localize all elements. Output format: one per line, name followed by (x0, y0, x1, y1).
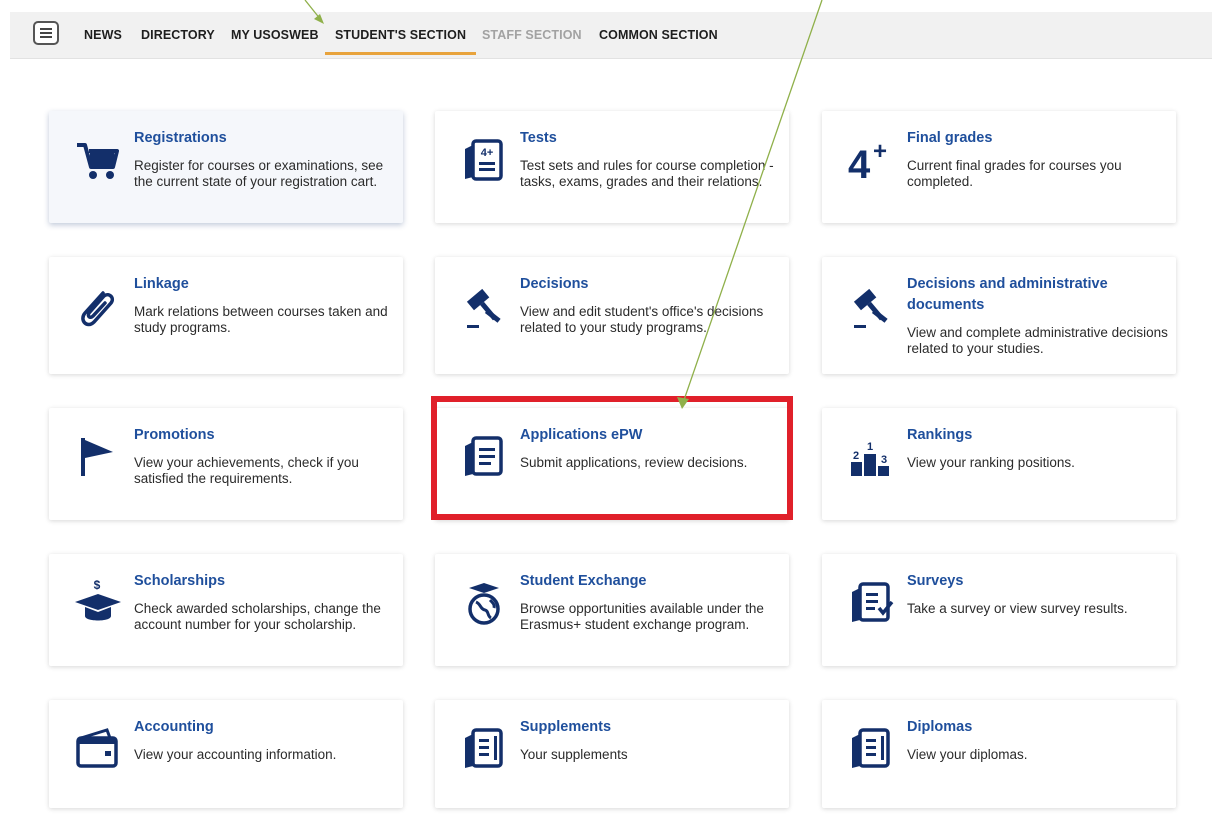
flag-icon (73, 432, 123, 482)
nav-directory[interactable]: DIRECTORY (141, 12, 215, 58)
survey-checklist-icon (846, 578, 896, 628)
highlight-box (431, 396, 793, 520)
tile-scholarships[interactable]: $ Scholarships Check awarded scholarship… (49, 554, 403, 666)
tile-title: Accounting (134, 719, 214, 735)
tile-accounting[interactable]: Accounting View your accounting informat… (49, 700, 403, 808)
tile-registrations[interactable]: Registrations Register for courses or ex… (49, 111, 403, 223)
tile-description: View and complete administrative decisio… (907, 325, 1168, 356)
tile-title: Decisions and administrative documents (907, 276, 1108, 313)
tile-title: Scholarships (134, 573, 226, 589)
tile-description: View and edit student's office's decisio… (520, 304, 764, 335)
tile-description: View your diplomas. (907, 747, 1028, 762)
tile-description: Register for courses or examinations, se… (134, 158, 384, 189)
gavel-icon (459, 283, 509, 333)
test-sheet-icon: 4+ (459, 135, 509, 185)
tile-title: Supplements (520, 719, 612, 735)
tile-title: Student Exchange (520, 573, 647, 589)
tile-title: Final grades (907, 130, 993, 146)
tile-description: Mark relations between courses taken and… (134, 304, 388, 335)
tile-tests[interactable]: 4+ Tests Test sets and rules for course … (435, 111, 789, 223)
tile-title: Rankings (907, 427, 973, 443)
tile-description: View your ranking positions. (907, 455, 1075, 470)
tile-promotions[interactable]: Promotions View your achievements, check… (49, 408, 403, 520)
gavel-icon (846, 283, 896, 333)
tile-rankings[interactable]: 12 3 Rankings View your ranking positions… (822, 408, 1176, 520)
tile-title: Promotions (134, 427, 215, 443)
grade-four-plus-icon: 4 + (846, 135, 896, 187)
svg-text:+: + (873, 138, 887, 165)
notebook-icon (459, 724, 509, 774)
tile-title: Surveys (907, 573, 964, 589)
graduation-cap-dollar-icon: $ (73, 578, 123, 628)
svg-text:4+: 4+ (481, 147, 494, 159)
tile-title: Linkage (134, 276, 189, 292)
wallet-icon (73, 724, 123, 774)
podium-icon: 12 3 (846, 432, 896, 482)
nav-news[interactable]: NEWS (84, 12, 122, 58)
tile-decisions[interactable]: Decisions View and edit student's office… (435, 257, 789, 374)
tile-diplomas[interactable]: Diplomas View your diplomas. (822, 700, 1176, 808)
globe-cap-icon (459, 578, 509, 628)
nav-common-section[interactable]: COMMON SECTION (599, 12, 718, 58)
tile-title: Diplomas (907, 719, 973, 735)
tile-description: Your supplements (520, 747, 628, 762)
tile-title: Decisions (520, 276, 589, 292)
tile-title: Registrations (134, 130, 227, 146)
tile-final-grades[interactable]: 4 + Final grades Current final grades for… (822, 111, 1176, 223)
paperclip-icon (73, 283, 123, 333)
svg-text:$: $ (94, 578, 101, 592)
svg-text:2: 2 (853, 450, 859, 462)
tile-description: View your accounting information. (134, 747, 337, 762)
tile-decisions-administrative[interactable]: Decisions and administrative documents V… (822, 257, 1176, 374)
top-navigation-bar: NEWS DIRECTORY MY USOSWEB STUDENT'S SECT… (10, 12, 1212, 59)
tile-linkage[interactable]: Linkage Mark relations between courses t… (49, 257, 403, 374)
svg-text:1: 1 (867, 441, 873, 453)
tile-description: Take a survey or view survey results. (907, 601, 1128, 616)
nav-staff-section[interactable]: STAFF SECTION (482, 12, 582, 58)
tile-description: Browse opportunities available under the… (520, 601, 764, 632)
tile-description: Current final grades for courses you com… (907, 158, 1122, 189)
tile-student-exchange[interactable]: Student Exchange Browse opportunities av… (435, 554, 789, 666)
tile-supplements[interactable]: Supplements Your supplements (435, 700, 789, 808)
svg-text:4: 4 (848, 143, 871, 185)
tile-description: View your achievements, check if you sat… (134, 455, 359, 486)
cart-icon (73, 135, 123, 185)
svg-text:3: 3 (881, 454, 887, 466)
notebook-icon (846, 724, 896, 774)
tile-title: Tests (520, 130, 557, 146)
nav-my-usosweb[interactable]: MY USOSWEB (231, 12, 319, 58)
tile-surveys[interactable]: Surveys Take a survey or view survey res… (822, 554, 1176, 666)
hamburger-menu-icon[interactable] (33, 21, 59, 45)
tile-description: Check awarded scholarships, change the a… (134, 601, 381, 632)
nav-students-section[interactable]: STUDENT'S SECTION (324, 12, 477, 58)
tile-description: Test sets and rules for course completio… (520, 158, 774, 189)
